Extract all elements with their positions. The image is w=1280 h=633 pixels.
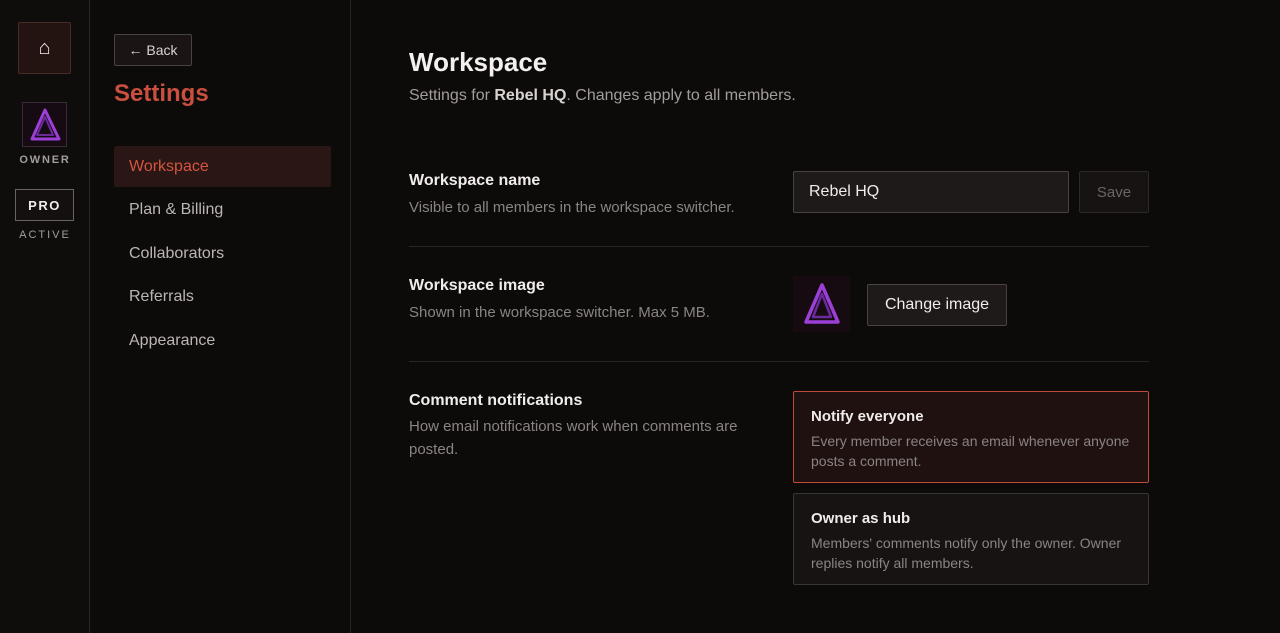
nav-item-referrals[interactable]: Referrals xyxy=(114,277,331,318)
settings-nav: ← Back Settings Workspace Plan & Billing… xyxy=(91,0,351,633)
subtitle-prefix: Settings for xyxy=(409,87,495,104)
main-content: Workspace Settings for Rebel HQ. Changes… xyxy=(352,0,1280,633)
home-icon: ⌂ xyxy=(38,36,51,59)
option-notify-everyone[interactable]: Notify everyone Every member receives an… xyxy=(793,391,1149,483)
workspace-image-preview xyxy=(793,276,850,332)
page-subtitle: Settings for Rebel HQ. Changes apply to … xyxy=(409,87,796,105)
settings-title: Settings xyxy=(114,80,209,107)
option-description: Members' comments notify only the owner.… xyxy=(811,535,1122,571)
role-label: OWNER xyxy=(19,154,71,166)
plan-badge[interactable]: PRO xyxy=(15,189,74,221)
workspace-logo-icon xyxy=(803,283,840,324)
nav-item-appearance[interactable]: Appearance xyxy=(114,320,331,361)
home-button[interactable]: ⌂ xyxy=(18,22,71,74)
option-title: Notify everyone xyxy=(811,408,924,425)
workspace-image-description: Shown in the workspace switcher. Max 5 M… xyxy=(409,304,710,321)
workspace-name-input[interactable] xyxy=(793,171,1069,213)
option-description: Every member receives an email whenever … xyxy=(811,433,1130,469)
plan-status: ACTIVE xyxy=(19,229,71,241)
change-image-button[interactable]: Change image xyxy=(867,284,1007,326)
page-title: Workspace xyxy=(409,47,548,77)
subtitle-workspace-name: Rebel HQ xyxy=(494,87,567,104)
back-button[interactable]: ← Back xyxy=(114,34,192,66)
app-rail: ⌂ OWNER PRO ACTIVE xyxy=(0,0,90,633)
settings-nav-list: Workspace Plan & Billing Collaborators R… xyxy=(114,146,331,364)
option-owner-as-hub[interactable]: Owner as hub Members' comments notify on… xyxy=(793,493,1149,585)
comment-notifications-label: Comment notifications xyxy=(409,392,583,409)
section-divider xyxy=(409,361,1149,362)
nav-item-workspace[interactable]: Workspace xyxy=(114,146,331,187)
workspace-name-description: Visible to all members in the workspace … xyxy=(409,199,735,216)
option-title: Owner as hub xyxy=(811,510,911,527)
workspace-logo-icon xyxy=(30,108,60,140)
section-divider xyxy=(409,246,1149,247)
save-button[interactable]: Save xyxy=(1079,171,1149,213)
workspace-logo[interactable] xyxy=(22,102,67,147)
workspace-name-label: Workspace name xyxy=(409,172,541,189)
nav-item-plan-billing[interactable]: Plan & Billing xyxy=(114,190,331,231)
workspace-image-label: Workspace image xyxy=(409,277,545,294)
subtitle-suffix: . Changes apply to all members. xyxy=(566,87,796,104)
nav-item-collaborators[interactable]: Collaborators xyxy=(114,233,331,274)
comment-notifications-description: How email notifications work when commen… xyxy=(409,418,738,458)
